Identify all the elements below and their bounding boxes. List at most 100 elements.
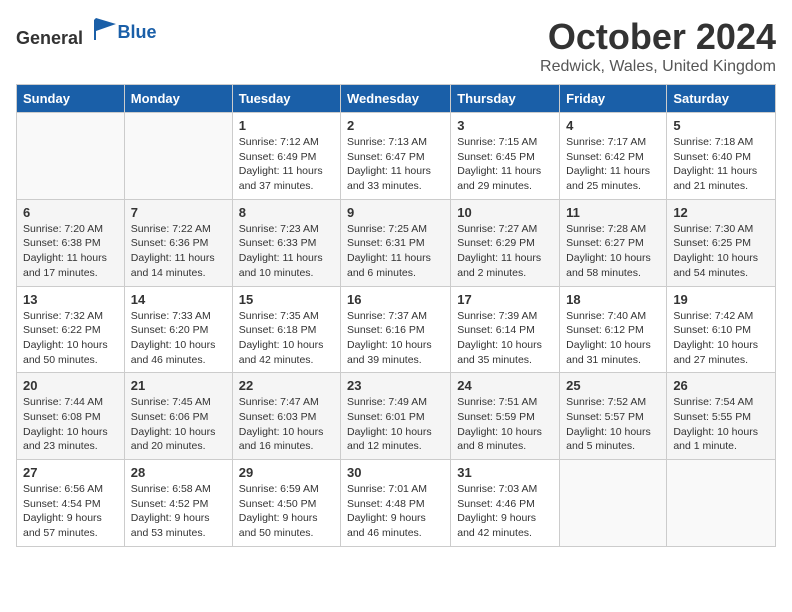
day-number: 26 bbox=[673, 378, 769, 393]
day-info: Sunrise: 6:56 AMSunset: 4:54 PMDaylight:… bbox=[23, 482, 118, 541]
day-cell: 18 Sunrise: 7:40 AMSunset: 6:12 PMDayligh… bbox=[560, 286, 667, 373]
title-area: October 2024 Redwick, Wales, United King… bbox=[540, 16, 776, 76]
day-info: Sunrise: 7:32 AMSunset: 6:22 PMDaylight:… bbox=[23, 309, 118, 368]
day-cell: 6 Sunrise: 7:20 AMSunset: 6:38 PMDaylight… bbox=[17, 199, 125, 286]
col-header-monday: Monday bbox=[124, 85, 232, 113]
col-header-tuesday: Tuesday bbox=[232, 85, 340, 113]
day-cell: 28Sunrise: 6:58 AMSunset: 4:52 PMDayligh… bbox=[124, 460, 232, 547]
day-cell: 8 Sunrise: 7:23 AMSunset: 6:33 PMDaylight… bbox=[232, 199, 340, 286]
day-cell: 12Sunrise: 7:30 AMSunset: 6:25 PMDayligh… bbox=[667, 199, 776, 286]
day-info: Sunrise: 7:20 AMSunset: 6:38 PMDaylight:… bbox=[23, 222, 118, 281]
logo-blue: Blue bbox=[118, 22, 157, 42]
day-number: 13 bbox=[23, 292, 118, 307]
col-header-friday: Friday bbox=[560, 85, 667, 113]
day-number: 31 bbox=[457, 465, 553, 480]
day-info: Sunrise: 7:45 AMSunset: 6:06 PMDaylight:… bbox=[131, 395, 226, 454]
day-cell bbox=[17, 113, 125, 200]
week-row-2: 6 Sunrise: 7:20 AMSunset: 6:38 PMDaylight… bbox=[17, 199, 776, 286]
week-row-4: 20Sunrise: 7:44 AMSunset: 6:08 PMDayligh… bbox=[17, 373, 776, 460]
day-cell bbox=[560, 460, 667, 547]
day-info: Sunrise: 7:17 AMSunset: 6:42 PMDaylight:… bbox=[566, 135, 660, 194]
day-number: 29 bbox=[239, 465, 334, 480]
day-cell bbox=[124, 113, 232, 200]
day-info: Sunrise: 7:37 AMSunset: 6:16 PMDaylight:… bbox=[347, 309, 444, 368]
day-info: Sunrise: 7:47 AMSunset: 6:03 PMDaylight:… bbox=[239, 395, 334, 454]
day-number: 6 bbox=[23, 205, 118, 220]
day-cell: 14 Sunrise: 7:33 AMSunset: 6:20 PMDayligh… bbox=[124, 286, 232, 373]
location-subtitle: Redwick, Wales, United Kingdom bbox=[540, 58, 776, 76]
page-header: General Blue October 2024 Redwick, Wales… bbox=[16, 16, 776, 76]
day-cell: 24 Sunrise: 7:51 AMSunset: 5:59 PMDayligh… bbox=[451, 373, 560, 460]
day-info: Sunrise: 7:39 AMSunset: 6:14 PMDaylight:… bbox=[457, 309, 553, 368]
header-row: SundayMondayTuesdayWednesdayThursdayFrid… bbox=[17, 85, 776, 113]
day-cell: 2Sunrise: 7:13 AMSunset: 6:47 PMDaylight… bbox=[341, 113, 451, 200]
day-number: 4 bbox=[566, 118, 660, 133]
day-info: Sunrise: 7:18 AMSunset: 6:40 PMDaylight:… bbox=[673, 135, 769, 194]
day-info: Sunrise: 7:44 AMSunset: 6:08 PMDaylight:… bbox=[23, 395, 118, 454]
logo-flag-icon bbox=[90, 16, 118, 44]
day-cell: 29 Sunrise: 6:59 AMSunset: 4:50 PMDayligh… bbox=[232, 460, 340, 547]
col-header-wednesday: Wednesday bbox=[341, 85, 451, 113]
day-cell: 27Sunrise: 6:56 AMSunset: 4:54 PMDayligh… bbox=[17, 460, 125, 547]
day-number: 25 bbox=[566, 378, 660, 393]
day-info: Sunrise: 6:59 AMSunset: 4:50 PMDaylight:… bbox=[239, 482, 334, 541]
day-cell: 26 Sunrise: 7:54 AMSunset: 5:55 PMDayligh… bbox=[667, 373, 776, 460]
day-info: Sunrise: 7:54 AMSunset: 5:55 PMDaylight:… bbox=[673, 395, 769, 454]
day-info: Sunrise: 7:01 AMSunset: 4:48 PMDaylight:… bbox=[347, 482, 444, 541]
month-title: October 2024 bbox=[540, 16, 776, 58]
col-header-sunday: Sunday bbox=[17, 85, 125, 113]
day-cell: 31 Sunrise: 7:03 AMSunset: 4:46 PMDayligh… bbox=[451, 460, 560, 547]
day-cell: 1Sunrise: 7:12 AMSunset: 6:49 PMDaylight… bbox=[232, 113, 340, 200]
day-cell: 23Sunrise: 7:49 AMSunset: 6:01 PMDayligh… bbox=[341, 373, 451, 460]
col-header-saturday: Saturday bbox=[667, 85, 776, 113]
day-number: 10 bbox=[457, 205, 553, 220]
day-number: 9 bbox=[347, 205, 444, 220]
day-info: Sunrise: 7:23 AMSunset: 6:33 PMDaylight:… bbox=[239, 222, 334, 281]
week-row-5: 27Sunrise: 6:56 AMSunset: 4:54 PMDayligh… bbox=[17, 460, 776, 547]
day-info: Sunrise: 7:35 AMSunset: 6:18 PMDaylight:… bbox=[239, 309, 334, 368]
calendar-table: SundayMondayTuesdayWednesdayThursdayFrid… bbox=[16, 84, 776, 547]
day-number: 19 bbox=[673, 292, 769, 307]
day-info: Sunrise: 7:33 AMSunset: 6:20 PMDaylight:… bbox=[131, 309, 226, 368]
day-cell: 25 Sunrise: 7:52 AMSunset: 5:57 PMDayligh… bbox=[560, 373, 667, 460]
day-cell: 30 Sunrise: 7:01 AMSunset: 4:48 PMDayligh… bbox=[341, 460, 451, 547]
day-number: 3 bbox=[457, 118, 553, 133]
day-number: 30 bbox=[347, 465, 444, 480]
day-number: 11 bbox=[566, 205, 660, 220]
day-cell: 20Sunrise: 7:44 AMSunset: 6:08 PMDayligh… bbox=[17, 373, 125, 460]
day-cell: 10 Sunrise: 7:27 AMSunset: 6:29 PMDayligh… bbox=[451, 199, 560, 286]
day-number: 18 bbox=[566, 292, 660, 307]
day-info: Sunrise: 7:52 AMSunset: 5:57 PMDaylight:… bbox=[566, 395, 660, 454]
day-number: 7 bbox=[131, 205, 226, 220]
day-info: Sunrise: 7:51 AMSunset: 5:59 PMDaylight:… bbox=[457, 395, 553, 454]
day-info: Sunrise: 7:27 AMSunset: 6:29 PMDaylight:… bbox=[457, 222, 553, 281]
day-number: 14 bbox=[131, 292, 226, 307]
logo: General Blue bbox=[16, 16, 157, 49]
day-cell bbox=[667, 460, 776, 547]
day-cell: 13 Sunrise: 7:32 AMSunset: 6:22 PMDayligh… bbox=[17, 286, 125, 373]
day-number: 15 bbox=[239, 292, 334, 307]
day-cell: 15 Sunrise: 7:35 AMSunset: 6:18 PMDayligh… bbox=[232, 286, 340, 373]
day-number: 16 bbox=[347, 292, 444, 307]
day-info: Sunrise: 7:42 AMSunset: 6:10 PMDaylight:… bbox=[673, 309, 769, 368]
day-number: 5 bbox=[673, 118, 769, 133]
day-info: Sunrise: 7:22 AMSunset: 6:36 PMDaylight:… bbox=[131, 222, 226, 281]
day-info: Sunrise: 7:03 AMSunset: 4:46 PMDaylight:… bbox=[457, 482, 553, 541]
day-number: 8 bbox=[239, 205, 334, 220]
col-header-thursday: Thursday bbox=[451, 85, 560, 113]
day-info: Sunrise: 7:40 AMSunset: 6:12 PMDaylight:… bbox=[566, 309, 660, 368]
week-row-3: 13 Sunrise: 7:32 AMSunset: 6:22 PMDayligh… bbox=[17, 286, 776, 373]
day-info: Sunrise: 7:15 AMSunset: 6:45 PMDaylight:… bbox=[457, 135, 553, 194]
day-info: Sunrise: 7:25 AMSunset: 6:31 PMDaylight:… bbox=[347, 222, 444, 281]
day-number: 24 bbox=[457, 378, 553, 393]
logo-general: General bbox=[16, 28, 83, 48]
day-info: Sunrise: 6:58 AMSunset: 4:52 PMDaylight:… bbox=[131, 482, 226, 541]
day-cell: 7 Sunrise: 7:22 AMSunset: 6:36 PMDaylight… bbox=[124, 199, 232, 286]
day-cell: 3 Sunrise: 7:15 AMSunset: 6:45 PMDaylight… bbox=[451, 113, 560, 200]
day-number: 1 bbox=[239, 118, 334, 133]
day-info: Sunrise: 7:28 AMSunset: 6:27 PMDaylight:… bbox=[566, 222, 660, 281]
day-cell: 16 Sunrise: 7:37 AMSunset: 6:16 PMDayligh… bbox=[341, 286, 451, 373]
day-cell: 4 Sunrise: 7:17 AMSunset: 6:42 PMDaylight… bbox=[560, 113, 667, 200]
day-number: 23 bbox=[347, 378, 444, 393]
day-cell: 11 Sunrise: 7:28 AMSunset: 6:27 PMDayligh… bbox=[560, 199, 667, 286]
